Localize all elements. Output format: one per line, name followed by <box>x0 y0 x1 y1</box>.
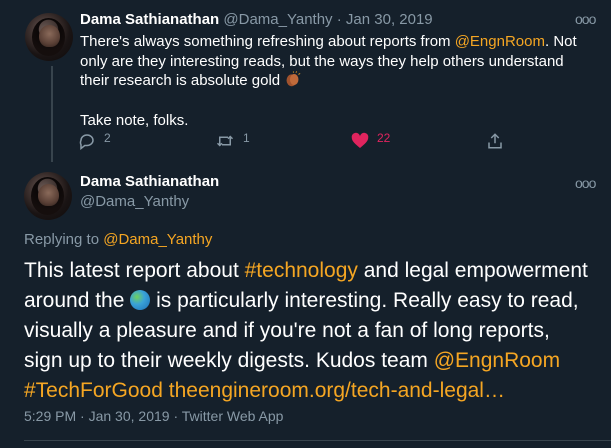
replying-to: Replying to @Dama_Yanthy <box>24 231 212 248</box>
handle[interactable]: @Dama_Yanthy <box>223 11 332 28</box>
globe-icon <box>130 290 151 310</box>
share-button[interactable] <box>486 132 504 150</box>
display-name[interactable]: Dama Sathianathan <box>80 173 219 190</box>
replying-handle-link[interactable]: @Dama_Yanthy <box>103 231 212 248</box>
tweet-header: Dama Sathianathan @Dama_Yanthy · Jan 30,… <box>80 11 433 28</box>
replying-label: Replying to <box>24 231 104 248</box>
tweet-time[interactable]: 5:29 PM <box>24 408 76 424</box>
tweet-actions: 2 1 22 <box>78 132 508 152</box>
like-count: 22 <box>377 131 391 145</box>
thread-connector-line <box>51 66 53 162</box>
tweet-text-part: This latest report about <box>24 259 245 282</box>
heart-icon <box>351 132 369 148</box>
tweet-source[interactable]: Twitter Web App <box>182 408 284 424</box>
mention-link[interactable]: @EngnRoom <box>434 349 560 372</box>
reply-button[interactable]: 2 <box>78 132 111 150</box>
separator: · <box>80 408 85 424</box>
hashtag-link[interactable]: #technology <box>245 259 358 282</box>
display-name[interactable]: Dama Sathianathan <box>80 11 219 28</box>
mention-link[interactable]: @EngnRoom <box>455 33 545 50</box>
separator: · <box>336 11 342 28</box>
clapping-hands-icon <box>286 71 301 87</box>
reply-count: 2 <box>104 131 111 145</box>
share-icon <box>488 133 502 149</box>
handle[interactable]: @Dama_Yanthy <box>80 193 189 210</box>
more-icon[interactable]: ooo <box>575 11 596 27</box>
tweet-text-part: Take note, folks. <box>80 111 189 129</box>
retweet-count: 1 <box>243 131 250 145</box>
tweet-text: This latest report about #technology and… <box>24 256 594 406</box>
more-icon[interactable]: ooo <box>575 175 596 191</box>
tweet-text-part: There's always something refreshing abou… <box>80 33 455 50</box>
tweet-meta: 5:29 PM · Jan 30, 2019 · Twitter Web App <box>24 408 283 424</box>
tweet-date[interactable]: Jan 30, 2019 <box>346 11 433 28</box>
hashtag-link[interactable]: #TechForGood <box>24 379 163 402</box>
retweet-icon <box>216 135 234 147</box>
tweet-text: There's always something refreshing abou… <box>80 32 590 130</box>
tweet-thread: Dama Sathianathan @Dama_Yanthy · Jan 30,… <box>0 0 611 448</box>
avatar[interactable] <box>25 13 73 61</box>
reply-icon <box>79 134 94 150</box>
retweet-button[interactable]: 1 <box>215 132 250 150</box>
divider <box>24 440 611 441</box>
tweet-date[interactable]: Jan 30, 2019 <box>89 408 170 424</box>
avatar[interactable] <box>24 172 72 220</box>
url-link[interactable]: theengineroom.org/tech-and-legal… <box>169 379 505 402</box>
separator: · <box>173 408 179 424</box>
like-button[interactable]: 22 <box>351 132 390 149</box>
